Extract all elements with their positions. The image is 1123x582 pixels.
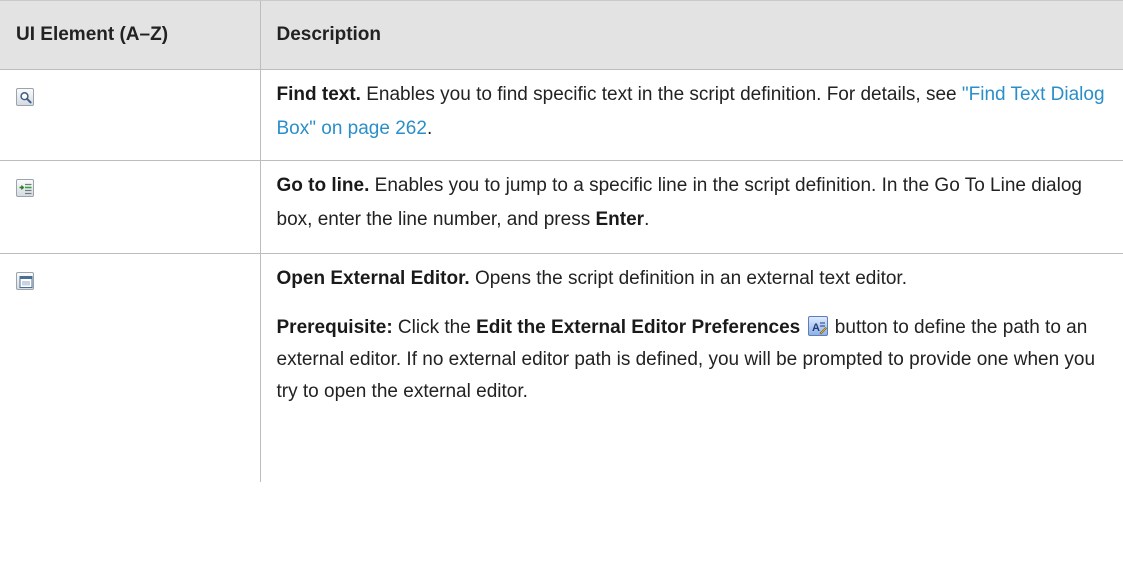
table-header-row: UI Element (A–Z) Description	[0, 0, 1123, 70]
find-text-icon[interactable]	[16, 88, 34, 106]
prerequisite-text: Prerequisite: Click the Edit the Externa…	[276, 316, 1096, 402]
table-row: Go to line. Enables you to jump to a spe…	[0, 160, 1123, 254]
table-row: Open External Editor. Opens the script d…	[0, 253, 1123, 483]
item-title: Open External Editor.	[276, 268, 470, 289]
ui-element-cell	[0, 69, 260, 161]
description-cell: Open External Editor. Opens the script d…	[259, 253, 1123, 482]
go-to-line-icon[interactable]	[16, 179, 34, 197]
column-header-description: Description	[259, 0, 1123, 70]
description-cell: Find text. Enables you to find specific …	[259, 69, 1123, 161]
open-external-editor-icon[interactable]	[16, 272, 34, 290]
description-cell: Go to line. Enables you to jump to a spe…	[259, 160, 1123, 254]
edit-preferences-button-label: Edit the External Editor Preferences	[476, 317, 801, 338]
ui-elements-table: UI Element (A–Z) Description Find text. …	[0, 0, 1123, 482]
item-title: Go to line.	[276, 175, 370, 196]
table-row: Find text. Enables you to find specific …	[0, 69, 1123, 161]
ui-element-cell	[0, 160, 260, 254]
item-title: Find text.	[276, 84, 361, 105]
prerequisite-label: Prerequisite:	[276, 317, 393, 338]
svg-text:A: A	[812, 322, 820, 334]
ui-element-cell	[0, 254, 260, 483]
enter-key-label: Enter	[595, 209, 645, 230]
edit-preferences-icon[interactable]: A	[807, 316, 828, 336]
description-text: Go to line. Enables you to jump to a spe…	[276, 175, 1082, 230]
description-text: Find text. Enables you to find specific …	[276, 84, 1105, 139]
column-header-ui-element: UI Element (A–Z)	[0, 0, 260, 70]
description-text: Open External Editor. Opens the script d…	[276, 268, 907, 289]
